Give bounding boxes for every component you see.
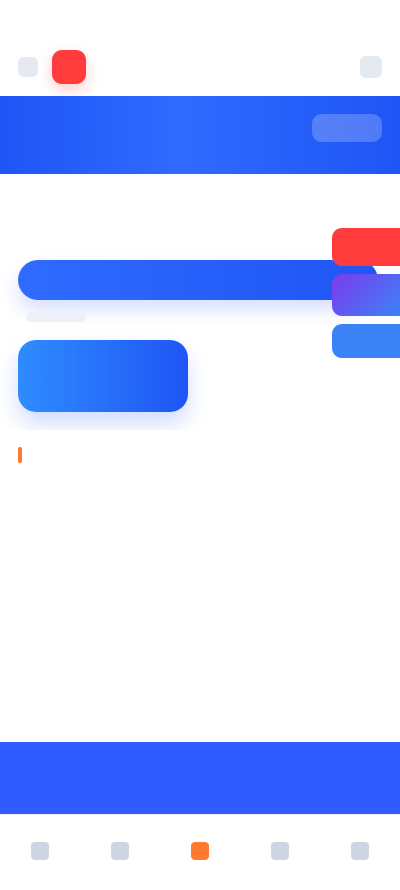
overview-value: [26, 222, 226, 240]
info-accent-icon: [18, 447, 22, 463]
more-icon[interactable]: [360, 56, 382, 78]
info-item-1[interactable]: [26, 480, 286, 544]
side-action-3[interactable]: [332, 324, 400, 358]
info-grid-item-1[interactable]: [26, 626, 186, 674]
brand-logo-icon: [52, 50, 86, 84]
info-grid-item-3-title: [26, 688, 186, 702]
profile-icon: [351, 841, 369, 860]
overview-label: [26, 198, 146, 212]
info-item-1-title: [26, 480, 286, 496]
info-grid-item-3-meta: [26, 712, 186, 726]
big-action-button[interactable]: [18, 340, 188, 412]
tab-1[interactable]: [0, 815, 80, 890]
top-header: [0, 40, 400, 94]
info-grid-item-2[interactable]: [206, 626, 374, 674]
back-icon[interactable]: [18, 57, 38, 77]
info-grid-item-2-meta: [206, 650, 374, 664]
primary-cta-button[interactable]: [0, 742, 400, 814]
tab-3[interactable]: [160, 815, 240, 890]
info-grid-item-1-title: [26, 626, 186, 640]
info-grid-item-3[interactable]: [26, 688, 186, 736]
info-grid-item-1-meta: [26, 650, 186, 664]
side-action-2[interactable]: [332, 274, 400, 316]
overview-action-button[interactable]: [18, 260, 378, 300]
status-icons: [218, 6, 378, 20]
info-grid-item-2-title: [206, 626, 374, 640]
info-grid-item-4[interactable]: [206, 688, 374, 736]
info-grid-item-4-title: [206, 688, 374, 702]
tab-5[interactable]: [320, 815, 400, 890]
home-icon: [31, 841, 49, 860]
banner-right-button[interactable]: [312, 114, 382, 142]
status-bar: [0, 0, 400, 28]
info-header: [18, 444, 382, 466]
status-time: [105, 6, 165, 20]
tab-4[interactable]: [240, 815, 320, 890]
bottom-tabbar: [0, 814, 400, 890]
info-item-2[interactable]: [26, 552, 286, 616]
secondary-hint: [26, 312, 86, 322]
header-title: [100, 57, 346, 77]
orders-icon: [191, 841, 209, 860]
info-item-2-title: [26, 552, 286, 568]
info-section: [0, 430, 400, 742]
info-grid-item-4-meta: [206, 712, 374, 726]
discover-icon: [111, 841, 129, 860]
side-actions: [332, 228, 400, 368]
info-item-1-meta: [26, 510, 286, 524]
banner-left-text: [22, 116, 202, 134]
tab-2[interactable]: [80, 815, 160, 890]
info-item-2-meta: [26, 582, 286, 596]
top-banner: [0, 96, 400, 174]
messages-icon: [271, 841, 289, 860]
side-action-1[interactable]: [332, 228, 400, 266]
info-grid: [26, 626, 374, 736]
